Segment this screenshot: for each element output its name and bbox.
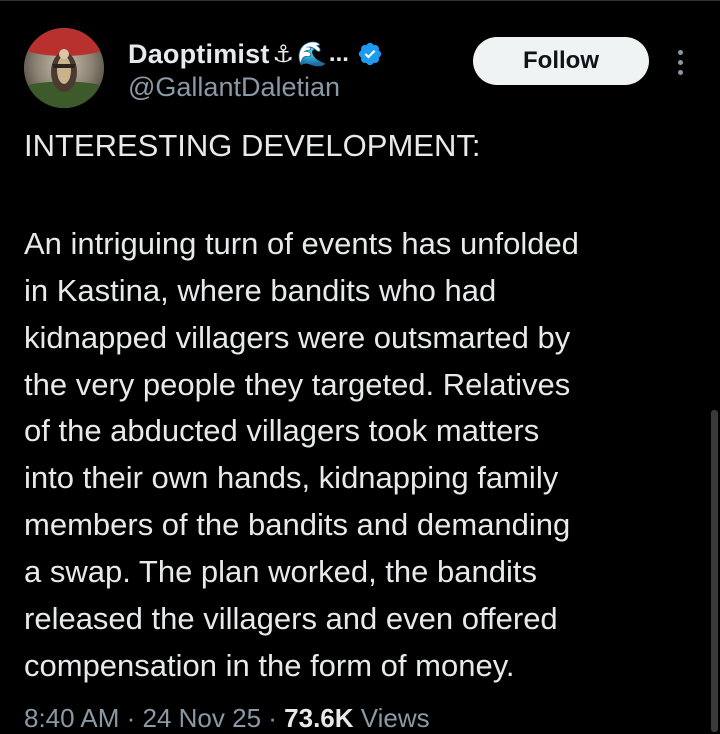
- author-handle[interactable]: @GallantDaletian: [128, 72, 340, 103]
- anchor-emoji-icon: ⚓: [272, 40, 295, 68]
- tweet-body-line: compensation in the form of money.: [24, 648, 515, 683]
- tweet-body-line: a swap. The plan worked, the bandits: [24, 554, 537, 589]
- more-dot: [677, 69, 683, 75]
- views-label: Views: [353, 703, 430, 733]
- tweet-body-line: into their own hands, kidnapping family: [24, 460, 559, 495]
- more-options-icon[interactable]: [668, 44, 692, 80]
- tweet-body-line: the very people they targeted. Relatives: [24, 367, 571, 402]
- tweet-body-line: kidnapped villagers were outsmarted by: [24, 320, 571, 355]
- author-display-name[interactable]: Daoptimist: [128, 39, 270, 70]
- avatar[interactable]: [24, 28, 104, 108]
- scrollbar[interactable]: [711, 410, 718, 732]
- avatar-emblem-icon: [24, 28, 104, 108]
- top-divider: [0, 0, 720, 1]
- verified-badge-icon: [358, 42, 382, 66]
- wave-emoji-icon: 🌊: [297, 40, 327, 68]
- follow-button[interactable]: Follow: [473, 37, 649, 85]
- tweet-body-line: released the villagers and even offered: [24, 601, 558, 636]
- meta-separator: ·: [119, 703, 143, 733]
- tweet-meta: 8:40 AM · 24 Nov 25 · 73.6K Views: [24, 703, 430, 734]
- tweet-body-line: in Kastina, where bandits who had: [24, 273, 497, 308]
- views-count[interactable]: 73.6K: [284, 703, 353, 733]
- author-name-row[interactable]: Daoptimist ⚓ 🌊 ...: [128, 36, 383, 72]
- tweet-body-line: An intriguing turn of events has unfolde…: [24, 226, 579, 261]
- meta-separator: ·: [261, 703, 285, 733]
- tweet-date[interactable]: 24 Nov 25: [143, 703, 262, 733]
- tweet-time[interactable]: 8:40 AM: [24, 703, 119, 733]
- tweet-body-line: of the abducted villagers took matters: [24, 413, 540, 448]
- more-dot: [677, 59, 683, 65]
- more-dot: [677, 49, 683, 55]
- tweet-heading: INTERESTING DEVELOPMENT:: [24, 128, 481, 163]
- name-truncation: ...: [328, 40, 349, 67]
- tweet-body-line: members of the bandits and demanding: [24, 507, 571, 542]
